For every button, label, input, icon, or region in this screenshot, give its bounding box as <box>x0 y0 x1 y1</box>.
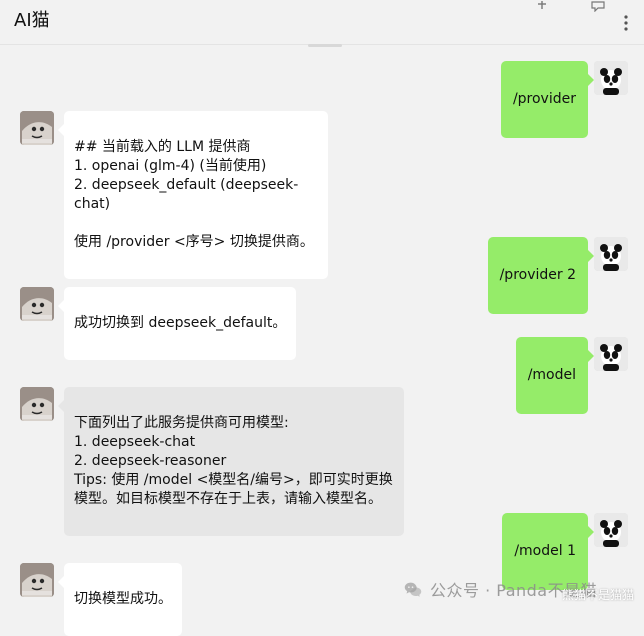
bubble-tail <box>58 400 64 412</box>
bot-avatar[interactable] <box>20 387 54 421</box>
message-icon[interactable] <box>588 0 608 12</box>
message-row: ## 当前载入的 LLM 提供商 1. openai (glm-4) (当前使用… <box>0 111 644 279</box>
panda-avatar-icon <box>594 61 628 95</box>
header-handle <box>308 44 342 47</box>
panda-avatar-icon <box>594 337 628 371</box>
bot-avatar-icon <box>20 287 54 321</box>
user-avatar[interactable] <box>594 337 628 371</box>
user-avatar[interactable] <box>594 513 628 547</box>
message-text: /provider 2 <box>499 267 576 283</box>
bot-avatar-icon <box>20 111 54 145</box>
panda-avatar-icon <box>594 513 628 547</box>
user-avatar[interactable] <box>594 237 628 271</box>
message-row: 成功切换到 deepseek_default。 <box>0 287 644 360</box>
message-row: /model <box>0 337 644 414</box>
message-row: /provider 2 <box>0 237 644 314</box>
panda-avatar-icon <box>594 237 628 271</box>
message-text: ## 当前载入的 LLM 提供商 1. openai (glm-4) (当前使用… <box>74 139 314 250</box>
message-text: 成功切换到 deepseek_default。 <box>74 315 287 331</box>
message-text: 下面列出了此服务提供商可用模型: 1. deepseek-chat 2. dee… <box>74 415 393 507</box>
bubble-tail <box>58 300 64 312</box>
message-row: /provider <box>0 61 644 138</box>
message-text: /model <box>527 367 576 383</box>
bot-avatar-icon <box>20 387 54 421</box>
bubble-tail <box>58 576 64 588</box>
message-bubble: 切换模型成功。 <box>58 563 182 636</box>
chat-header: AI猫 <box>0 0 644 45</box>
corner-tag: 熊猫不是猫猫 <box>561 588 634 602</box>
top-right-icons <box>524 0 644 44</box>
pin-icon[interactable] <box>532 0 552 12</box>
message-text: /provider <box>512 91 576 107</box>
message-row: 下面列出了此服务提供商可用模型: 1. deepseek-chat 2. dee… <box>0 387 644 536</box>
chat-window: AI猫 /provider ## 当前载入的 LLM 提供商 1. openai… <box>0 0 644 636</box>
message-text: 切换模型成功。 <box>74 591 172 607</box>
bot-avatar-icon <box>20 563 54 597</box>
more-vertical-icon[interactable] <box>618 14 634 32</box>
bubble-tail <box>58 124 64 136</box>
wechat-icon <box>404 582 422 597</box>
message-text: /model 1 <box>514 543 576 559</box>
chat-title: AI猫 <box>14 10 50 31</box>
message-row: /model 1 <box>0 513 644 590</box>
bot-avatar[interactable] <box>20 563 54 597</box>
user-avatar[interactable] <box>594 61 628 95</box>
bot-avatar[interactable] <box>20 287 54 321</box>
bot-avatar[interactable] <box>20 111 54 145</box>
